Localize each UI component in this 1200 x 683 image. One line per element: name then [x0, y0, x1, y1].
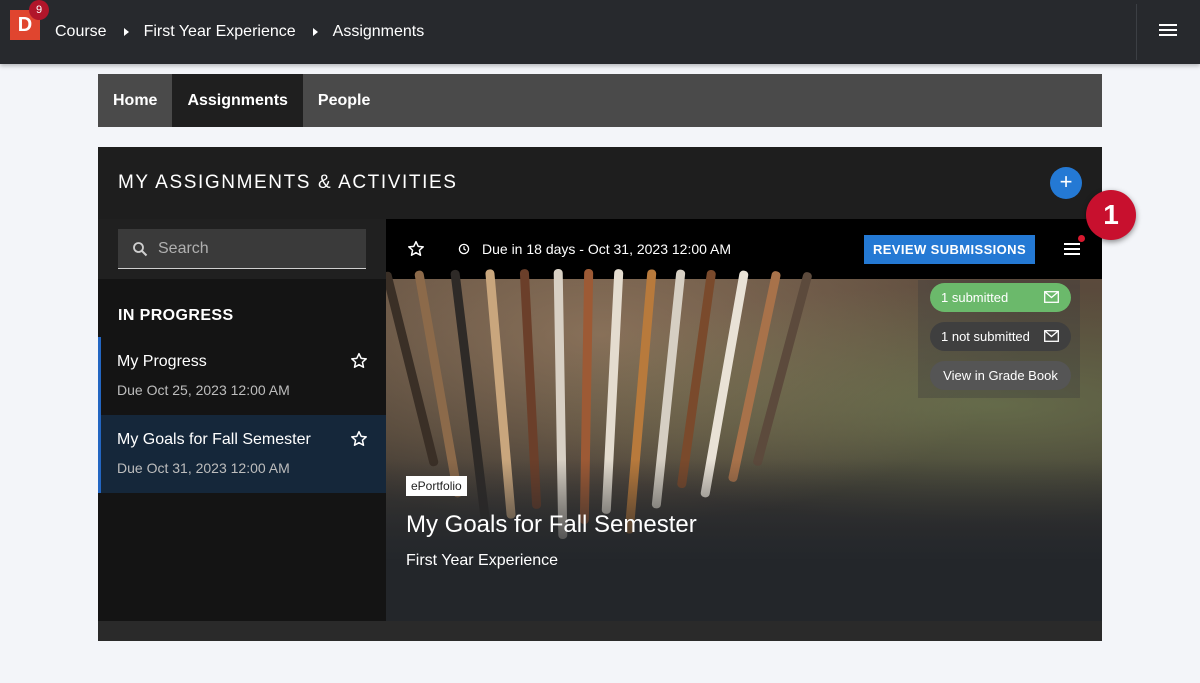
star-outline-icon[interactable]: [349, 351, 369, 371]
mail-icon: [1044, 291, 1059, 303]
tab-people[interactable]: People: [303, 74, 385, 127]
clock-icon: [458, 243, 470, 255]
list-item-due: Due Oct 25, 2023 12:00 AM: [117, 382, 290, 398]
search-box: [118, 229, 366, 269]
not-submitted-label: 1 not submitted: [941, 329, 1030, 344]
tab-assignments[interactable]: Assignments: [172, 74, 303, 127]
list-item-title: My Goals for Fall Semester: [117, 431, 311, 448]
view-in-grade-book-button[interactable]: View in Grade Book: [930, 361, 1071, 390]
list-item-due: Due Oct 31, 2023 12:00 AM: [117, 460, 290, 476]
cover-gradient: [386, 459, 1102, 559]
due-date-text: Due in 18 days - Oct 31, 2023 12:00 AM: [482, 241, 732, 257]
mail-icon: [1044, 330, 1059, 342]
list-item-selected[interactable]: My Goals for Fall Semester Due Oct 31, 2…: [98, 415, 386, 493]
breadcrumb-first-year-experience[interactable]: First Year Experience: [144, 23, 296, 41]
chevron-right-icon: [123, 28, 129, 36]
notification-badge[interactable]: 9: [29, 0, 49, 20]
search-icon: [133, 241, 148, 256]
assignment-type-tag: ePortfolio: [406, 476, 467, 496]
callout-number-badge: 1: [1086, 190, 1136, 240]
panel-title: MY ASSIGNMENTS & ACTIVITIES: [118, 172, 458, 193]
submitted-label: 1 submitted: [941, 290, 1009, 305]
hamburger-icon[interactable]: [1159, 24, 1177, 38]
assignment-detail: Due in 18 days - Oct 31, 2023 12:00 AM R…: [386, 219, 1102, 621]
search-container: [98, 219, 386, 279]
hamburger-icon[interactable]: [1064, 243, 1080, 255]
course-tabs: Home Assignments People: [98, 74, 1102, 127]
assignments-panel: MY ASSIGNMENTS & ACTIVITIES + IN PROGRES…: [98, 147, 1102, 641]
top-bar: D 9 Course First Year Experience Assignm…: [0, 0, 1200, 64]
star-outline-icon[interactable]: [406, 239, 426, 259]
list-item[interactable]: My Progress Due Oct 25, 2023 12:00 AM: [98, 337, 386, 415]
add-assignment-button[interactable]: +: [1050, 167, 1082, 199]
submitted-pill[interactable]: 1 submitted: [930, 283, 1071, 312]
panel-footer: [98, 621, 1102, 641]
chevron-right-icon: [312, 28, 318, 36]
star-outline-icon[interactable]: [349, 429, 369, 449]
divider: [1136, 4, 1137, 60]
search-input[interactable]: [158, 239, 358, 258]
review-submissions-button[interactable]: REVIEW SUBMISSIONS: [864, 235, 1035, 264]
assignment-course: First Year Experience: [406, 552, 559, 569]
breadcrumb-assignments[interactable]: Assignments: [333, 23, 425, 41]
not-submitted-pill[interactable]: 1 not submitted: [930, 322, 1071, 351]
section-label-in-progress: IN PROGRESS: [118, 307, 234, 324]
notification-dot-icon: [1078, 235, 1085, 242]
breadcrumb: Course First Year Experience Assignments: [55, 0, 424, 64]
breadcrumb-course[interactable]: Course: [55, 23, 107, 41]
assignment-title: My Goals for Fall Semester: [406, 511, 697, 538]
tab-home[interactable]: Home: [98, 74, 172, 127]
assignment-sidebar: IN PROGRESS My Progress Due Oct 25, 2023…: [98, 219, 386, 621]
list-item-title: My Progress: [117, 353, 207, 370]
